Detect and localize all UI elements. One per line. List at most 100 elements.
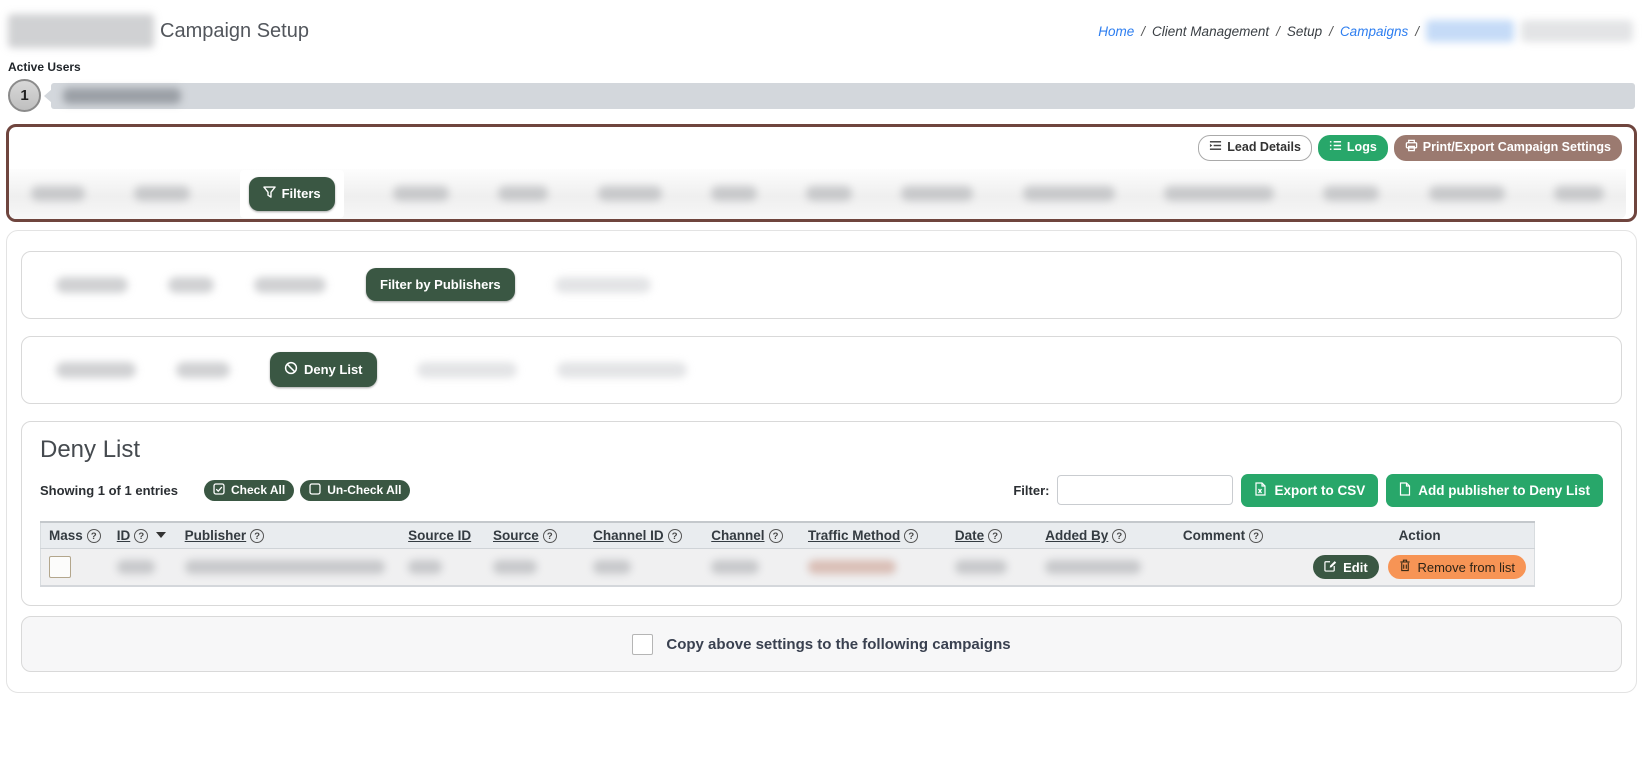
breadcrumb-separator: / [1415, 24, 1419, 39]
tab-redacted[interactable] [1554, 186, 1604, 201]
help-icon[interactable] [668, 529, 682, 543]
col-traffic-method[interactable]: Traffic Method [800, 522, 947, 549]
nav-item-redacted[interactable] [56, 277, 128, 293]
nav-item-redacted[interactable] [254, 277, 326, 293]
help-icon[interactable] [1112, 529, 1126, 543]
funnel-icon [263, 186, 276, 202]
entries-count-text: Showing 1 of 1 entries [40, 483, 178, 498]
lead-details-label: Lead Details [1227, 140, 1301, 156]
checkbox-empty-icon [309, 483, 321, 498]
checkbox-checked-icon [213, 483, 225, 498]
redacted-date [955, 560, 1007, 574]
tab-filters-active-wrap: Filters [240, 170, 344, 218]
help-icon[interactable] [1249, 529, 1263, 543]
deny-list-controls: Showing 1 of 1 entries Check All Un-Chec… [40, 474, 1603, 507]
breadcrumb-separator: / [1276, 24, 1280, 39]
col-channel[interactable]: Channel [703, 522, 800, 549]
remove-from-list-label: Remove from list [1417, 560, 1515, 575]
add-publisher-button[interactable]: Add publisher to Deny List [1386, 474, 1603, 507]
col-id[interactable]: ID [109, 522, 177, 549]
redacted-source [493, 560, 537, 574]
tab-redacted[interactable] [711, 186, 757, 201]
col-added-by[interactable]: Added By [1037, 522, 1175, 549]
help-icon[interactable] [134, 529, 148, 543]
help-icon[interactable] [250, 529, 264, 543]
remove-from-list-button[interactable]: Remove from list [1388, 555, 1526, 579]
edit-label: Edit [1343, 560, 1368, 575]
redacted-client-name [8, 14, 154, 48]
logs-button[interactable]: Logs [1318, 135, 1388, 161]
help-icon[interactable] [904, 529, 918, 543]
nav-item-redacted[interactable] [56, 362, 136, 378]
tab-redacted[interactable] [1164, 186, 1274, 201]
tab-filters-label: Filters [282, 186, 321, 201]
breadcrumb-separator: / [1329, 24, 1333, 39]
filter-by-publishers-label: Filter by Publishers [380, 277, 501, 292]
col-channel-id[interactable]: Channel ID [585, 522, 703, 549]
breadcrumb-separator: / [1141, 24, 1145, 39]
row-checkbox[interactable] [49, 556, 71, 578]
tab-redacted[interactable] [901, 186, 973, 201]
help-icon[interactable] [543, 529, 557, 543]
edit-button[interactable]: Edit [1313, 555, 1379, 579]
active-users-section: Active Users 1 [0, 54, 1643, 112]
campaign-tabs: Filters [9, 169, 1626, 219]
nav-item-redacted[interactable] [168, 277, 214, 293]
col-action: Action [1305, 522, 1534, 549]
panel-actions: Lead Details Logs Print/Export Campaign … [9, 133, 1626, 165]
nav-item-redacted[interactable] [555, 277, 651, 293]
tab-redacted[interactable] [498, 186, 548, 201]
col-source[interactable]: Source [485, 522, 585, 549]
redacted-added-by [1045, 560, 1141, 574]
ban-icon [284, 361, 298, 378]
help-icon[interactable] [988, 529, 1002, 543]
list-icon [1329, 139, 1342, 157]
tab-redacted[interactable] [1429, 186, 1505, 201]
publisher-filter-nav: Filter by Publishers [21, 251, 1622, 319]
breadcrumb-setup: Setup [1287, 24, 1322, 39]
uncheck-all-button[interactable]: Un-Check All [300, 480, 410, 501]
deny-list-tab-label: Deny List [304, 362, 363, 377]
check-all-button[interactable]: Check All [204, 480, 294, 501]
nav-item-redacted[interactable] [557, 362, 687, 378]
tab-redacted[interactable] [134, 186, 190, 201]
tab-redacted[interactable] [1023, 186, 1115, 201]
logs-label: Logs [1347, 140, 1377, 156]
col-mass: Mass [41, 522, 109, 549]
help-icon[interactable] [769, 529, 783, 543]
nav-item-redacted[interactable] [176, 362, 230, 378]
breadcrumb-campaigns[interactable]: Campaigns [1340, 24, 1408, 39]
deny-list-tab-button[interactable]: Deny List [270, 352, 377, 387]
page-title: Campaign Setup [160, 20, 309, 43]
file-icon [1399, 482, 1411, 499]
sort-caret-down-icon [156, 532, 166, 538]
tab-filters[interactable]: Filters [249, 177, 335, 211]
copy-settings-checkbox[interactable] [632, 634, 653, 655]
export-csv-button[interactable]: Export to CSV [1241, 474, 1378, 507]
col-source-id[interactable]: Source ID [400, 522, 485, 549]
filter-by-publishers-button[interactable]: Filter by Publishers [366, 268, 515, 301]
redacted-active-user-name [63, 88, 181, 104]
campaign-panel: Lead Details Logs Print/Export Campaign … [6, 124, 1637, 222]
tab-redacted[interactable] [806, 186, 852, 201]
filters-content-container: Filter by Publishers Deny List Deny List… [6, 230, 1637, 694]
edit-pencil-icon [1324, 559, 1337, 575]
lead-details-button[interactable]: Lead Details [1198, 135, 1312, 161]
nav-item-redacted[interactable] [417, 362, 517, 378]
redacted-breadcrumb-link[interactable] [1426, 20, 1514, 42]
help-icon[interactable] [87, 529, 101, 543]
tab-redacted[interactable] [393, 186, 449, 201]
add-publisher-label: Add publisher to Deny List [1418, 483, 1590, 498]
tab-redacted[interactable] [598, 186, 662, 201]
tab-redacted[interactable] [1323, 186, 1379, 201]
col-publisher[interactable]: Publisher [177, 522, 400, 549]
breadcrumb-home[interactable]: Home [1098, 24, 1134, 39]
deny-list-title: Deny List [40, 436, 1603, 464]
copy-settings-label: Copy above settings to the following cam… [666, 636, 1010, 653]
print-export-button[interactable]: Print/Export Campaign Settings [1394, 135, 1622, 161]
tab-redacted[interactable] [31, 186, 85, 201]
deny-list-filter-input[interactable] [1057, 475, 1233, 505]
deny-list-row: Edit Remove from list [41, 549, 1535, 587]
uncheck-all-label: Un-Check All [327, 483, 401, 497]
col-date[interactable]: Date [947, 522, 1037, 549]
